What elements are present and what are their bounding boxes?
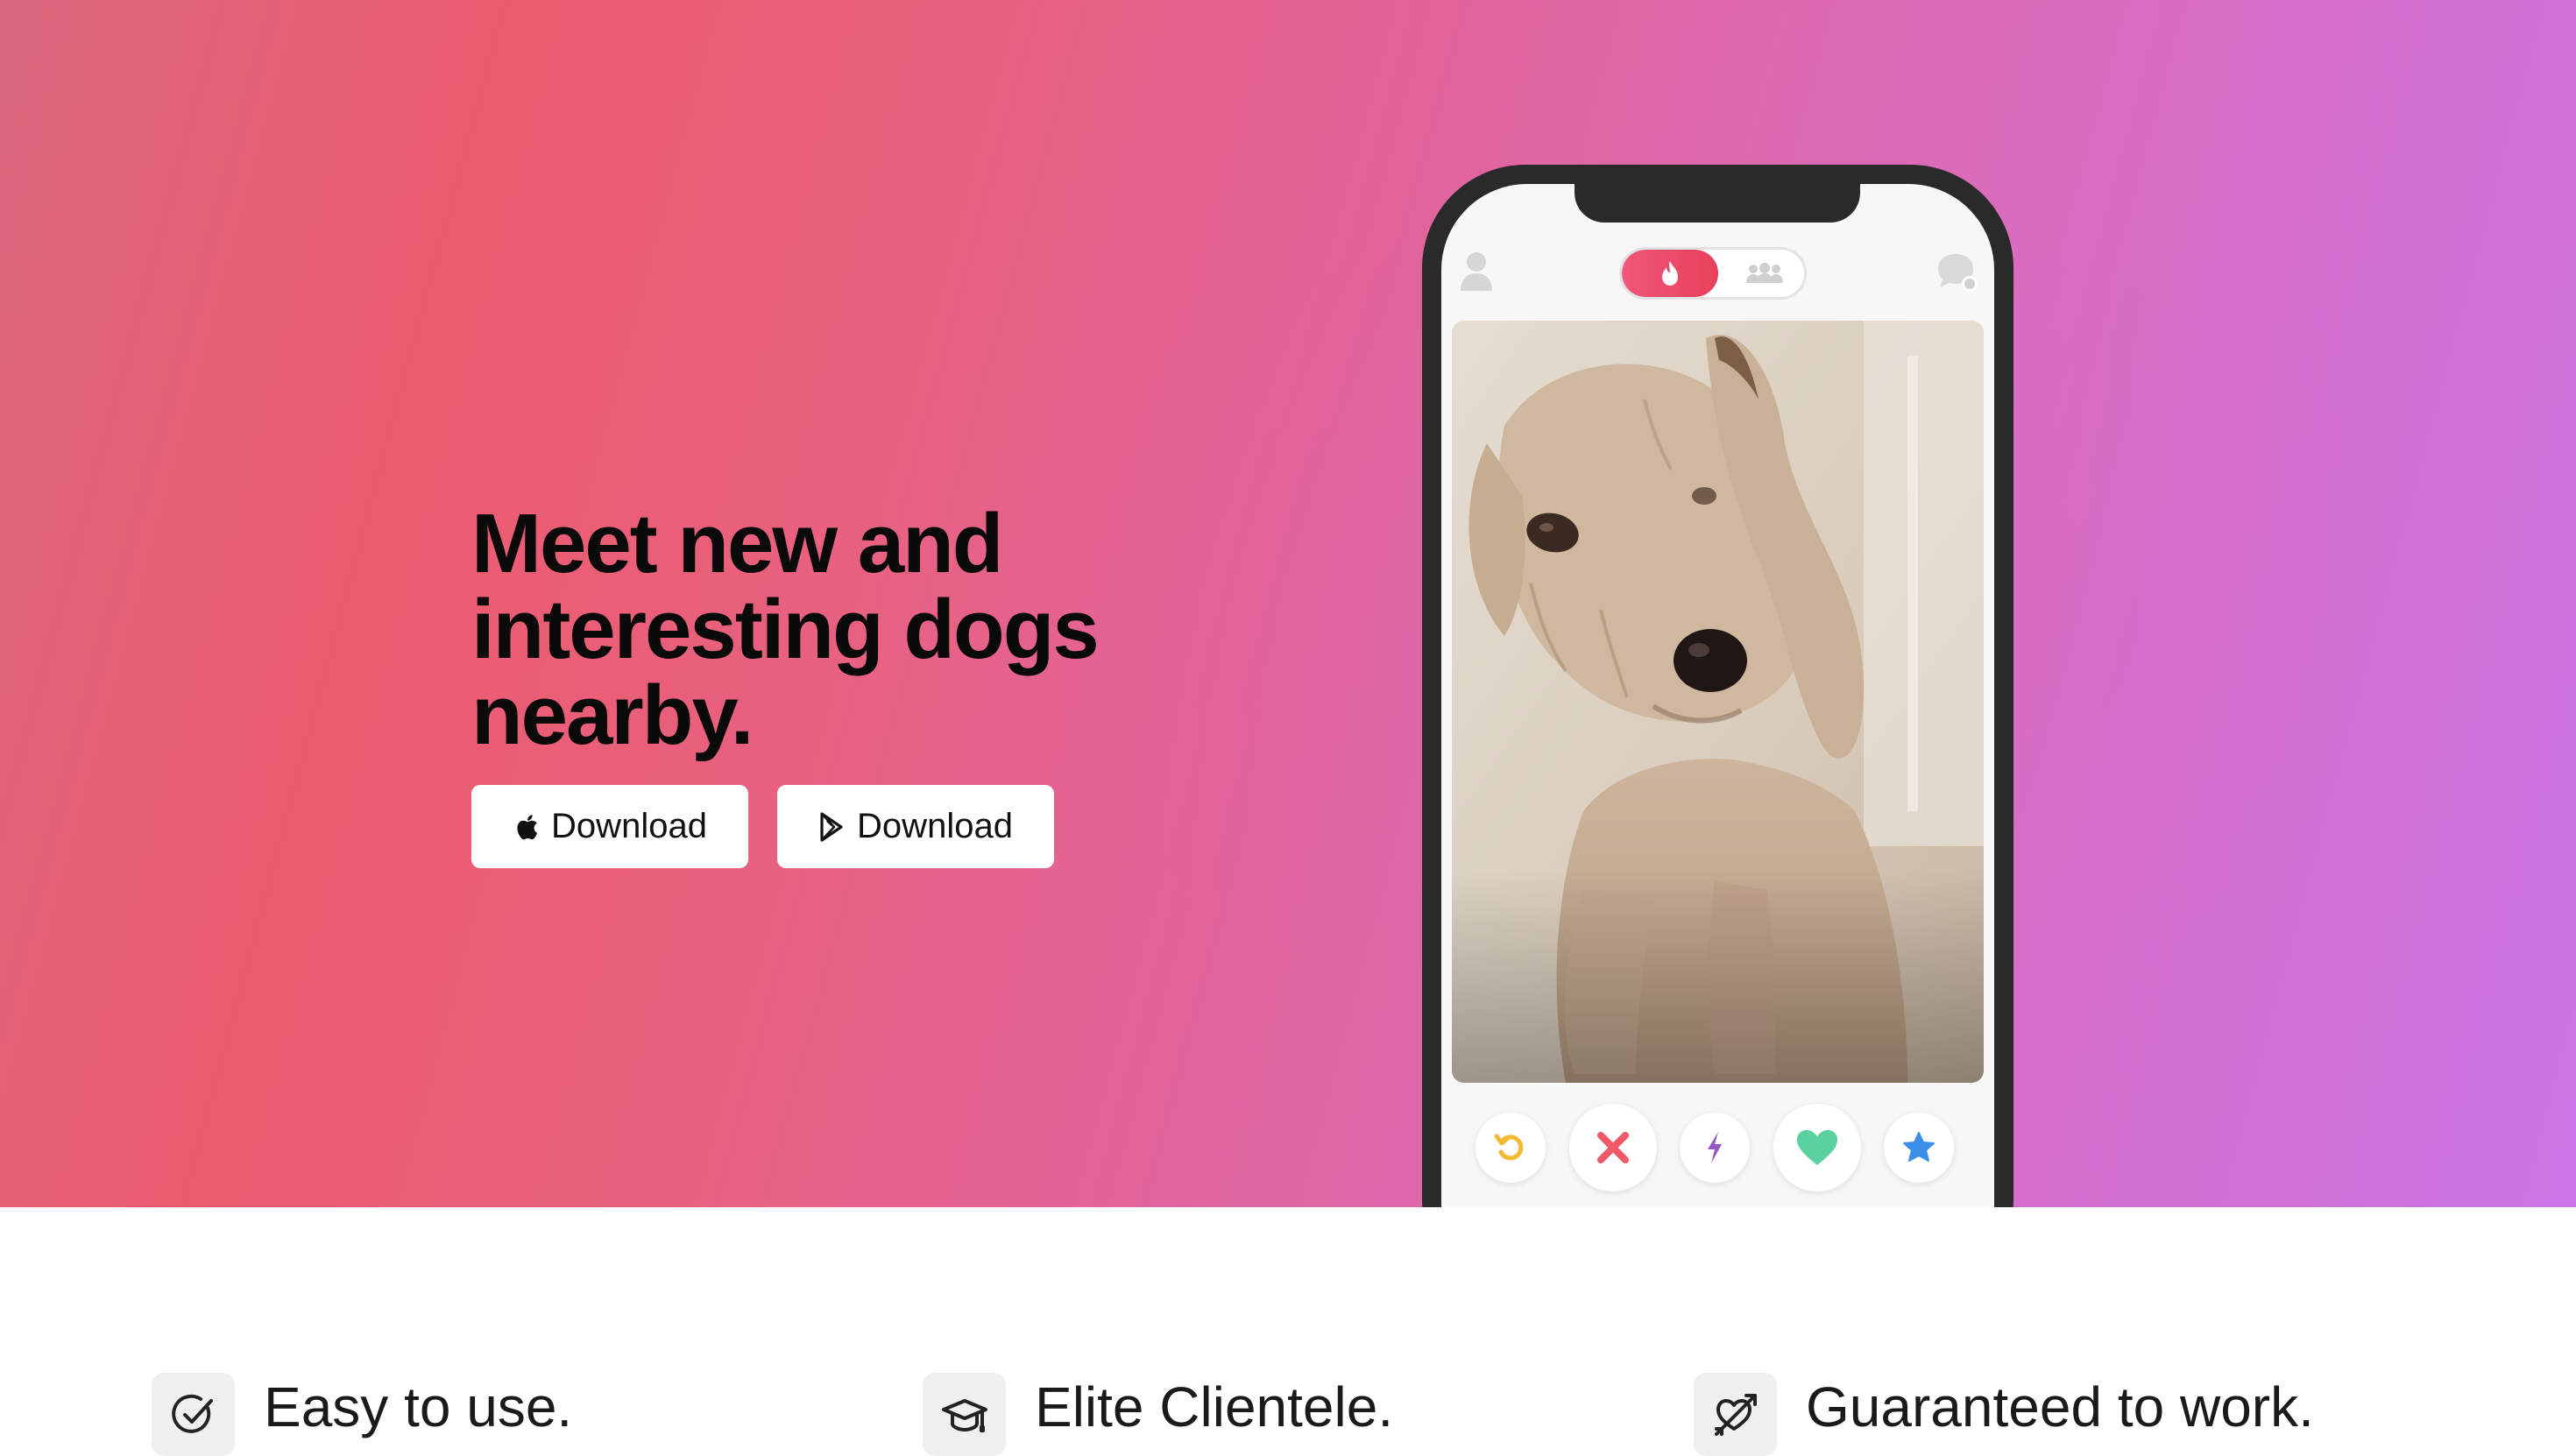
hero-section: Meet new and interesting dogs nearby. Do… bbox=[0, 0, 2576, 1207]
app-store-download-label: Download bbox=[551, 807, 707, 845]
graduation-cap-icon bbox=[941, 1398, 987, 1432]
chat-icon[interactable] bbox=[1936, 252, 1978, 293]
google-play-icon bbox=[820, 811, 843, 842]
phone-mockup bbox=[1422, 165, 2013, 1207]
profile-icon[interactable] bbox=[1459, 251, 1494, 293]
nope-button[interactable] bbox=[1569, 1104, 1657, 1191]
boost-icon bbox=[1708, 1132, 1722, 1163]
phone-screen bbox=[1441, 184, 1994, 1207]
feature-title: Elite Clientele. bbox=[1035, 1375, 1394, 1438]
feature-title: Easy to use. bbox=[264, 1375, 573, 1438]
group-icon bbox=[1746, 263, 1783, 283]
apple-icon bbox=[517, 814, 538, 839]
feature-easy-to-use: Easy to use. bbox=[152, 1373, 765, 1456]
super-like-button[interactable] bbox=[1884, 1113, 1954, 1183]
social-mode[interactable] bbox=[1725, 250, 1804, 297]
google-play-download-button[interactable]: Download bbox=[777, 785, 1054, 868]
dog-photo[interactable] bbox=[1452, 321, 1984, 1083]
like-button[interactable] bbox=[1773, 1104, 1861, 1191]
feature-icon-box bbox=[923, 1373, 1006, 1456]
check-circle-icon bbox=[171, 1394, 213, 1433]
close-icon bbox=[1597, 1132, 1629, 1163]
feature-icon-box bbox=[152, 1373, 235, 1456]
feature-elite-clientele: Elite Clientele. bbox=[923, 1373, 1624, 1456]
rewind-icon bbox=[1494, 1134, 1524, 1161]
hero-headline: Meet new and interesting dogs nearby. bbox=[471, 497, 1100, 762]
discover-mode[interactable] bbox=[1622, 250, 1718, 297]
feature-title: Guaranteed to work. bbox=[1806, 1375, 2314, 1438]
boost-button[interactable] bbox=[1680, 1113, 1750, 1183]
rewind-button[interactable] bbox=[1476, 1113, 1546, 1183]
phone-notch bbox=[1575, 184, 1860, 223]
heart-icon bbox=[1797, 1130, 1837, 1165]
star-icon bbox=[1903, 1132, 1935, 1162]
app-store-download-button[interactable]: Download bbox=[471, 785, 748, 868]
dog-illustration bbox=[1452, 321, 1984, 1083]
heart-arrow-icon bbox=[1714, 1393, 1757, 1436]
flame-icon bbox=[1662, 261, 1678, 286]
action-bar bbox=[1441, 1095, 1994, 1200]
feature-icon-box bbox=[1694, 1373, 1777, 1456]
mode-toggle[interactable] bbox=[1619, 247, 1807, 300]
google-play-download-label: Download bbox=[857, 807, 1013, 845]
feature-guaranteed: Guaranteed to work. bbox=[1694, 1373, 2482, 1456]
